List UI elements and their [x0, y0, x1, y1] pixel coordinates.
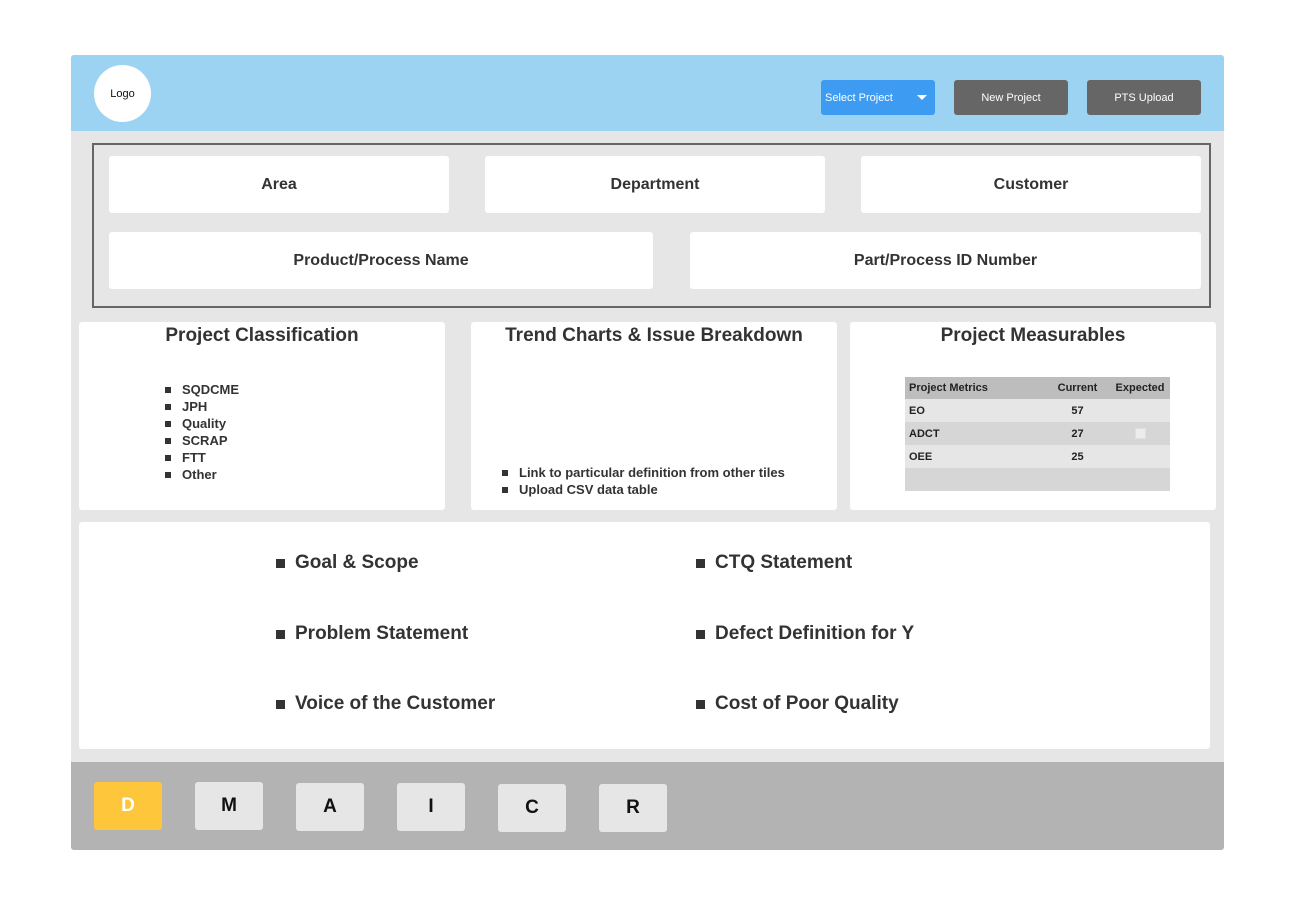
chevron-down-icon [917, 95, 927, 100]
table-row[interactable]: EO 57 [905, 399, 1170, 422]
list-item[interactable]: Cost of Poor Quality [696, 693, 914, 764]
phase-tab-report[interactable]: R [599, 784, 667, 832]
phase-tab-improve[interactable]: I [397, 783, 465, 831]
column-header: Project Metrics [905, 377, 1045, 399]
product-process-name-field[interactable]: Product/Process Name [109, 232, 653, 289]
table-row[interactable]: ADCT 27 [905, 422, 1170, 445]
area-field[interactable]: Area [109, 156, 449, 213]
list-item[interactable]: Voice of the Customer [276, 693, 495, 764]
select-project-dropdown[interactable]: Select Project [821, 80, 935, 115]
current-cell: 25 [1045, 445, 1110, 468]
bullet-icon [276, 559, 285, 568]
current-cell: 27 [1045, 422, 1110, 445]
bullet-icon [276, 700, 285, 709]
select-project-label: Select Project [825, 91, 893, 104]
new-project-button[interactable]: New Project [954, 80, 1068, 115]
bullet-icon [696, 629, 705, 639]
list-item[interactable]: SCRAP [165, 432, 239, 449]
list-item[interactable]: Link to particular definition from other… [502, 464, 785, 481]
phase-tab-define[interactable]: D [94, 782, 162, 830]
logo: Logo [94, 65, 151, 122]
column-header: Expected [1110, 377, 1170, 399]
department-field[interactable]: Department [485, 156, 825, 213]
pts-upload-button[interactable]: PTS Upload [1087, 80, 1201, 115]
metric-cell: ADCT [905, 422, 1045, 445]
list-item[interactable]: CTQ Statement [696, 552, 914, 623]
panel-title: Project Classification [165, 325, 359, 346]
bullet-icon [696, 559, 705, 568]
phase-tab-analyze[interactable]: A [296, 783, 364, 831]
list-item[interactable]: FTT [165, 449, 239, 466]
part-process-id-field[interactable]: Part/Process ID Number [690, 232, 1201, 289]
bullet-icon [696, 700, 705, 709]
list-item[interactable]: Other [165, 466, 239, 483]
list-item[interactable]: SQDCME [165, 381, 239, 398]
table-header-row: Project Metrics Current Expected [905, 377, 1170, 399]
trend-charts-panel: Trend Charts & Issue Breakdown Link to p… [471, 322, 837, 510]
bullet-icon [502, 469, 508, 476]
table-row [905, 468, 1170, 491]
list-item[interactable]: Problem Statement [276, 623, 495, 694]
metric-cell: EO [905, 399, 1045, 422]
define-panel [79, 522, 1210, 749]
expected-cell[interactable] [1110, 399, 1170, 422]
bullet-icon [165, 386, 171, 393]
customer-field[interactable]: Customer [861, 156, 1201, 213]
define-list-right: CTQ Statement Defect Definition for Y Co… [696, 552, 914, 764]
column-header: Current [1045, 377, 1110, 399]
list-item[interactable]: Goal & Scope [276, 552, 495, 623]
panel-title: Project Measurables [940, 325, 1126, 346]
table-row[interactable]: OEE 25 [905, 445, 1170, 468]
bullet-icon [165, 454, 171, 461]
expected-cell[interactable] [1110, 445, 1170, 468]
list-item[interactable]: Upload CSV data table [502, 481, 785, 498]
classification-list: SQDCME JPH Quality SCRAP FTT Other [165, 381, 239, 483]
panel-title: Trend Charts & Issue Breakdown [505, 325, 803, 346]
expected-cell[interactable] [1110, 422, 1170, 445]
phase-tab-measure[interactable]: M [195, 782, 263, 830]
list-item[interactable]: Defect Definition for Y [696, 623, 914, 694]
metric-cell: OEE [905, 445, 1045, 468]
checkbox[interactable] [1134, 428, 1146, 440]
bullet-icon [165, 471, 171, 478]
list-item[interactable]: Quality [165, 415, 239, 432]
bullet-icon [276, 629, 285, 639]
bullet-icon [165, 437, 171, 444]
trend-list: Link to particular definition from other… [502, 464, 785, 498]
metrics-table: Project Metrics Current Expected EO 57 A… [905, 377, 1170, 491]
bullet-icon [165, 420, 171, 427]
define-list-left: Goal & Scope Problem Statement Voice of … [276, 552, 495, 764]
bullet-icon [502, 486, 508, 493]
project-classification-panel: Project Classification SQDCME JPH Qualit… [79, 322, 445, 510]
current-cell: 57 [1045, 399, 1110, 422]
phase-tab-control[interactable]: C [498, 784, 566, 832]
bullet-icon [165, 403, 171, 410]
list-item[interactable]: JPH [165, 398, 239, 415]
